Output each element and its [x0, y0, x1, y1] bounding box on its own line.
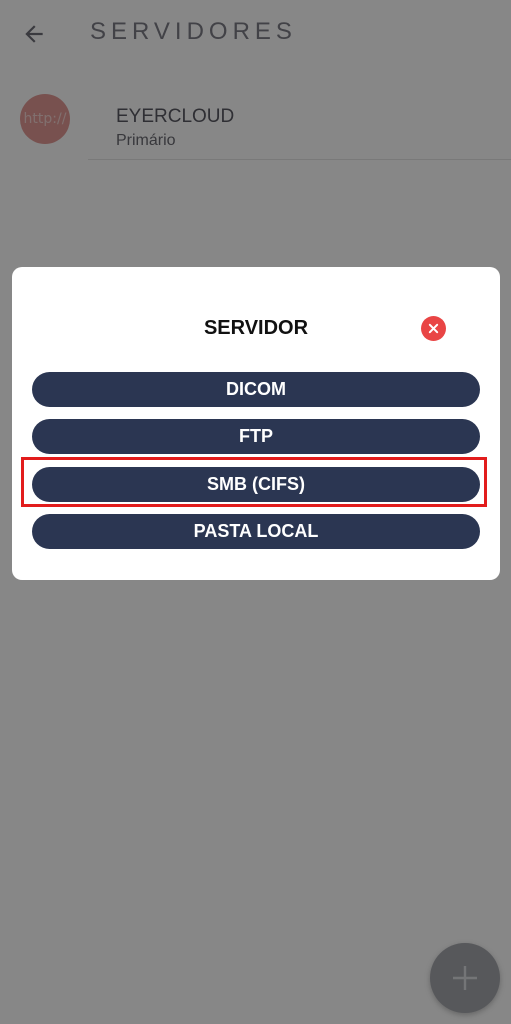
close-icon	[428, 323, 439, 334]
option-dicom-button[interactable]: DICOM	[32, 372, 480, 407]
option-ftp-button[interactable]: FTP	[32, 419, 480, 454]
servers-screen: SERVIDORES http:// EYERCLOUD Primário SE…	[0, 0, 511, 1024]
server-type-dialog: SERVIDOR DICOM FTP SMB (CIFS) PASTA LOCA…	[12, 267, 500, 580]
option-smb-button[interactable]: SMB (CIFS)	[32, 467, 480, 502]
close-button[interactable]	[421, 316, 446, 341]
option-local-folder-button[interactable]: PASTA LOCAL	[32, 514, 480, 549]
